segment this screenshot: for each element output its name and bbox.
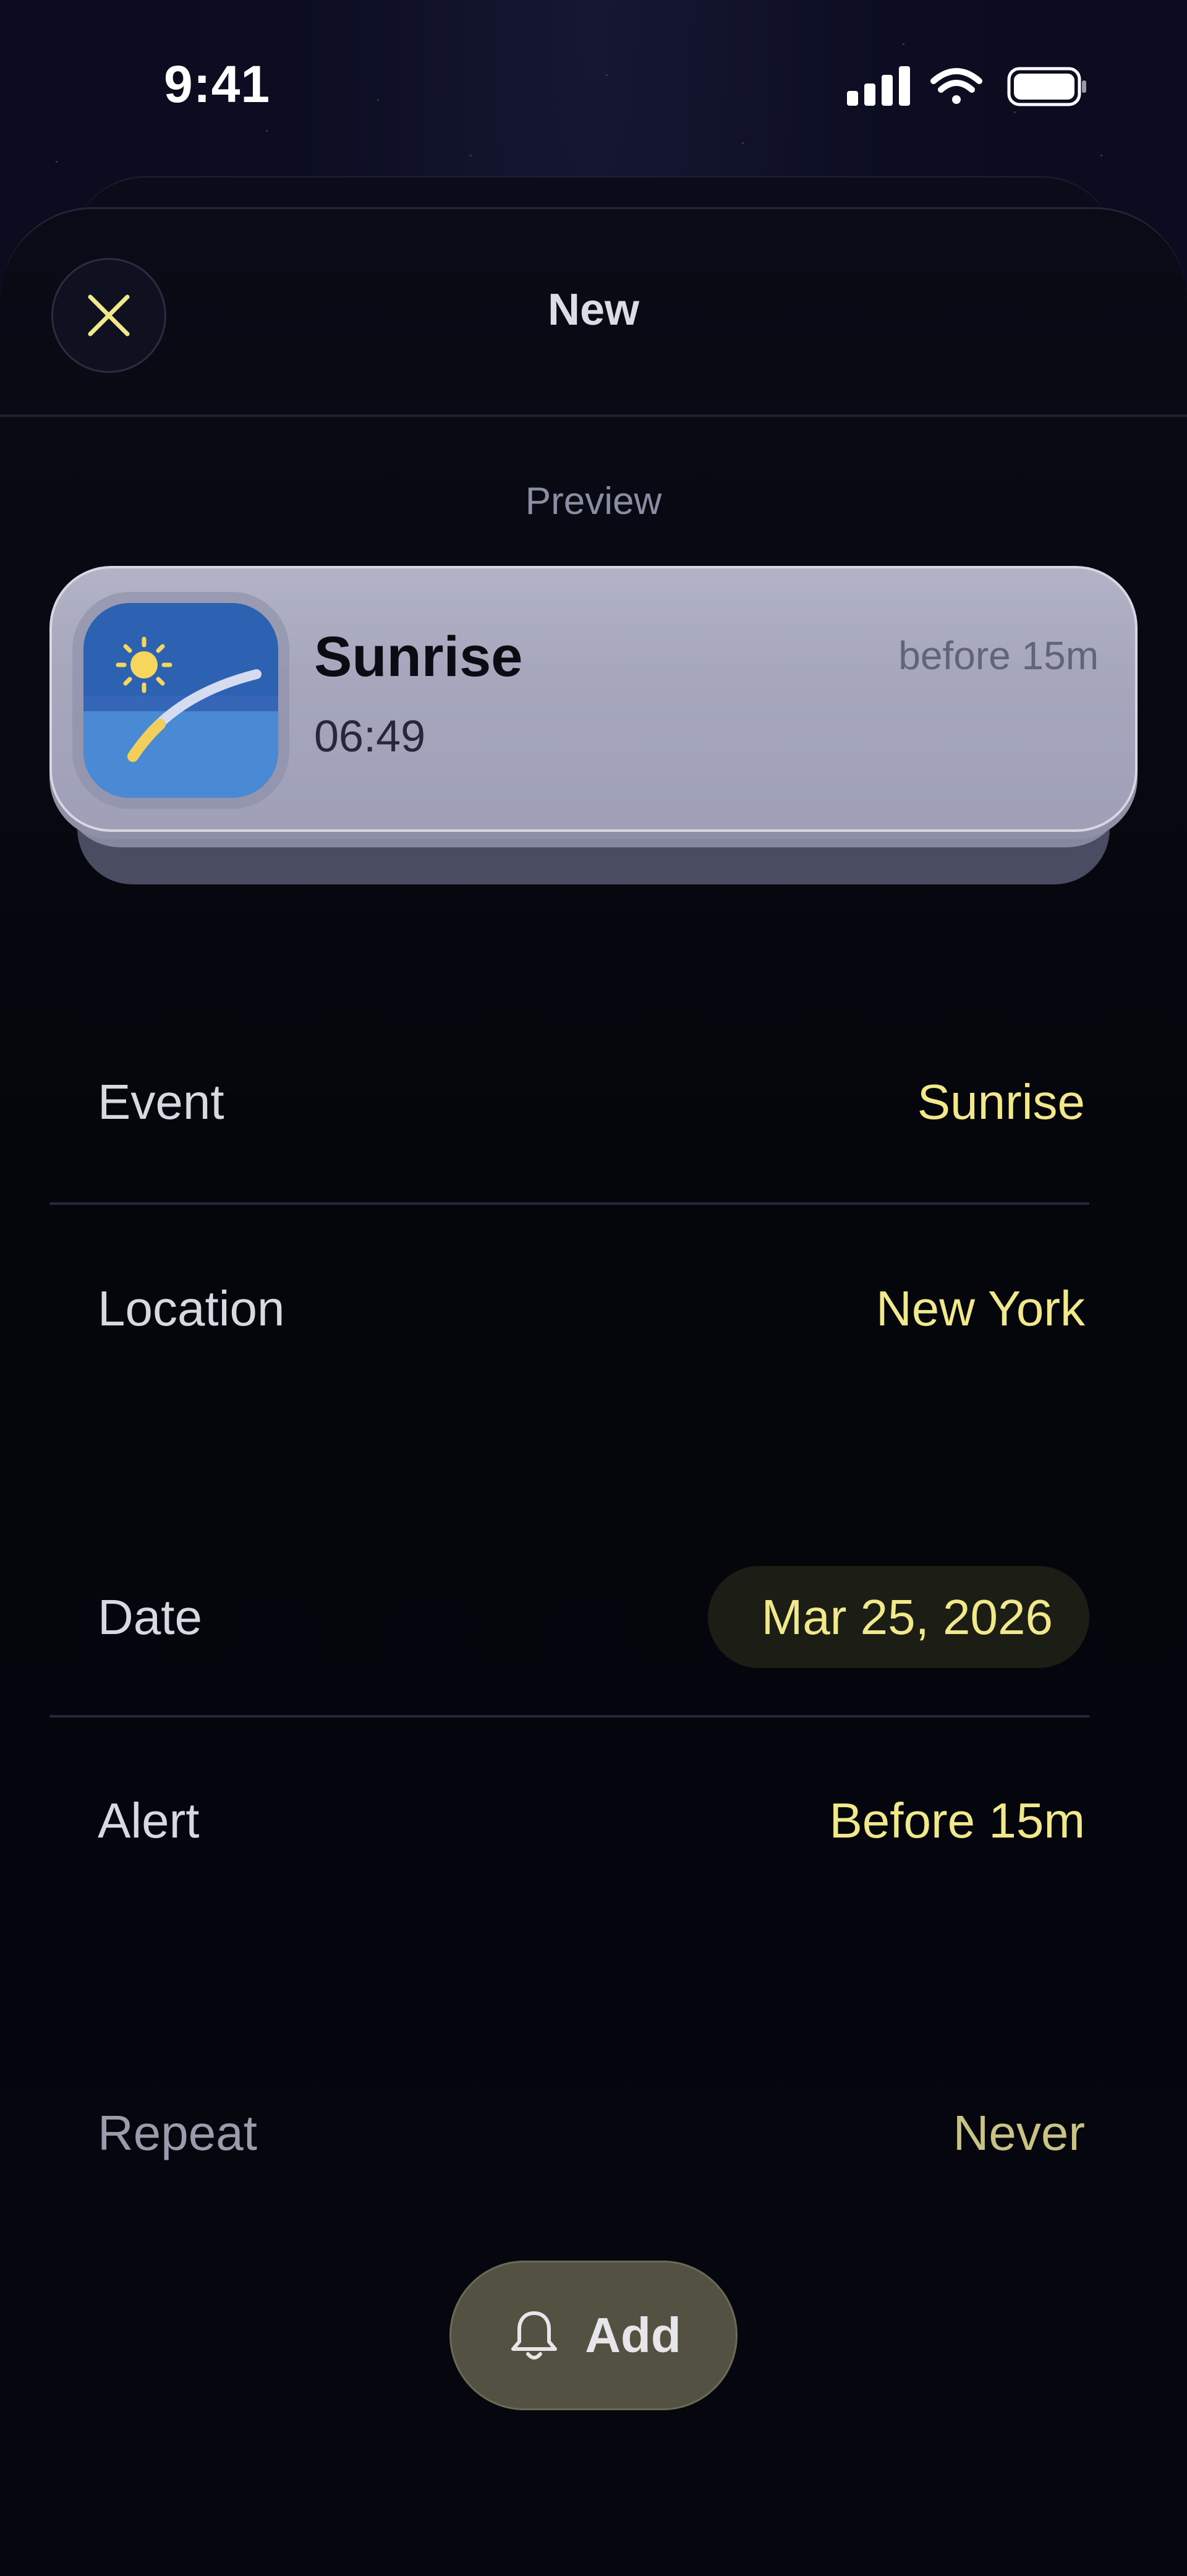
sheet-title: New	[547, 285, 640, 335]
bell-icon	[511, 2311, 558, 2360]
divider	[49, 1715, 1089, 1718]
alert-row[interactable]: Alert Before 15m	[0, 1770, 1187, 1875]
divider	[49, 1202, 1089, 1205]
repeat-row[interactable]: Repeat Never	[0, 2082, 1187, 2188]
location-label: Location	[98, 1281, 285, 1336]
sunrise-app-icon	[83, 603, 278, 798]
event-value[interactable]: Sunrise	[917, 1074, 1085, 1131]
repeat-label: Repeat	[98, 2105, 257, 2160]
add-button[interactable]: Add	[449, 2261, 738, 2410]
add-button-label: Add	[585, 2308, 681, 2363]
status-time: 9:41	[164, 55, 271, 113]
notification-time: 06:49	[314, 712, 426, 761]
event-row[interactable]: Event Sunrise	[0, 1051, 1187, 1157]
alert-label: Alert	[98, 1793, 200, 1848]
sun-icon	[116, 636, 172, 693]
notification-title: Sunrise	[314, 625, 523, 688]
header-divider	[0, 414, 1187, 417]
repeat-value[interactable]: Never	[953, 2105, 1085, 2162]
modal-sheet	[0, 207, 1187, 2576]
location-value[interactable]: New York	[876, 1280, 1085, 1337]
battery-icon	[1007, 67, 1086, 106]
date-value[interactable]: Mar 25, 2026	[762, 1589, 1053, 1646]
alert-value[interactable]: Before 15m	[829, 1792, 1085, 1849]
preview-label: Preview	[525, 480, 662, 523]
notification-meta: before 15m	[898, 633, 1099, 678]
date-row: Date Mar 25, 2026	[0, 1567, 1187, 1669]
signal-icon	[847, 66, 910, 106]
location-row[interactable]: Location New York	[0, 1258, 1187, 1363]
status-icons	[847, 65, 1088, 108]
date-label: Date	[98, 1590, 202, 1645]
event-label: Event	[98, 1074, 224, 1129]
wifi-icon	[930, 68, 982, 104]
